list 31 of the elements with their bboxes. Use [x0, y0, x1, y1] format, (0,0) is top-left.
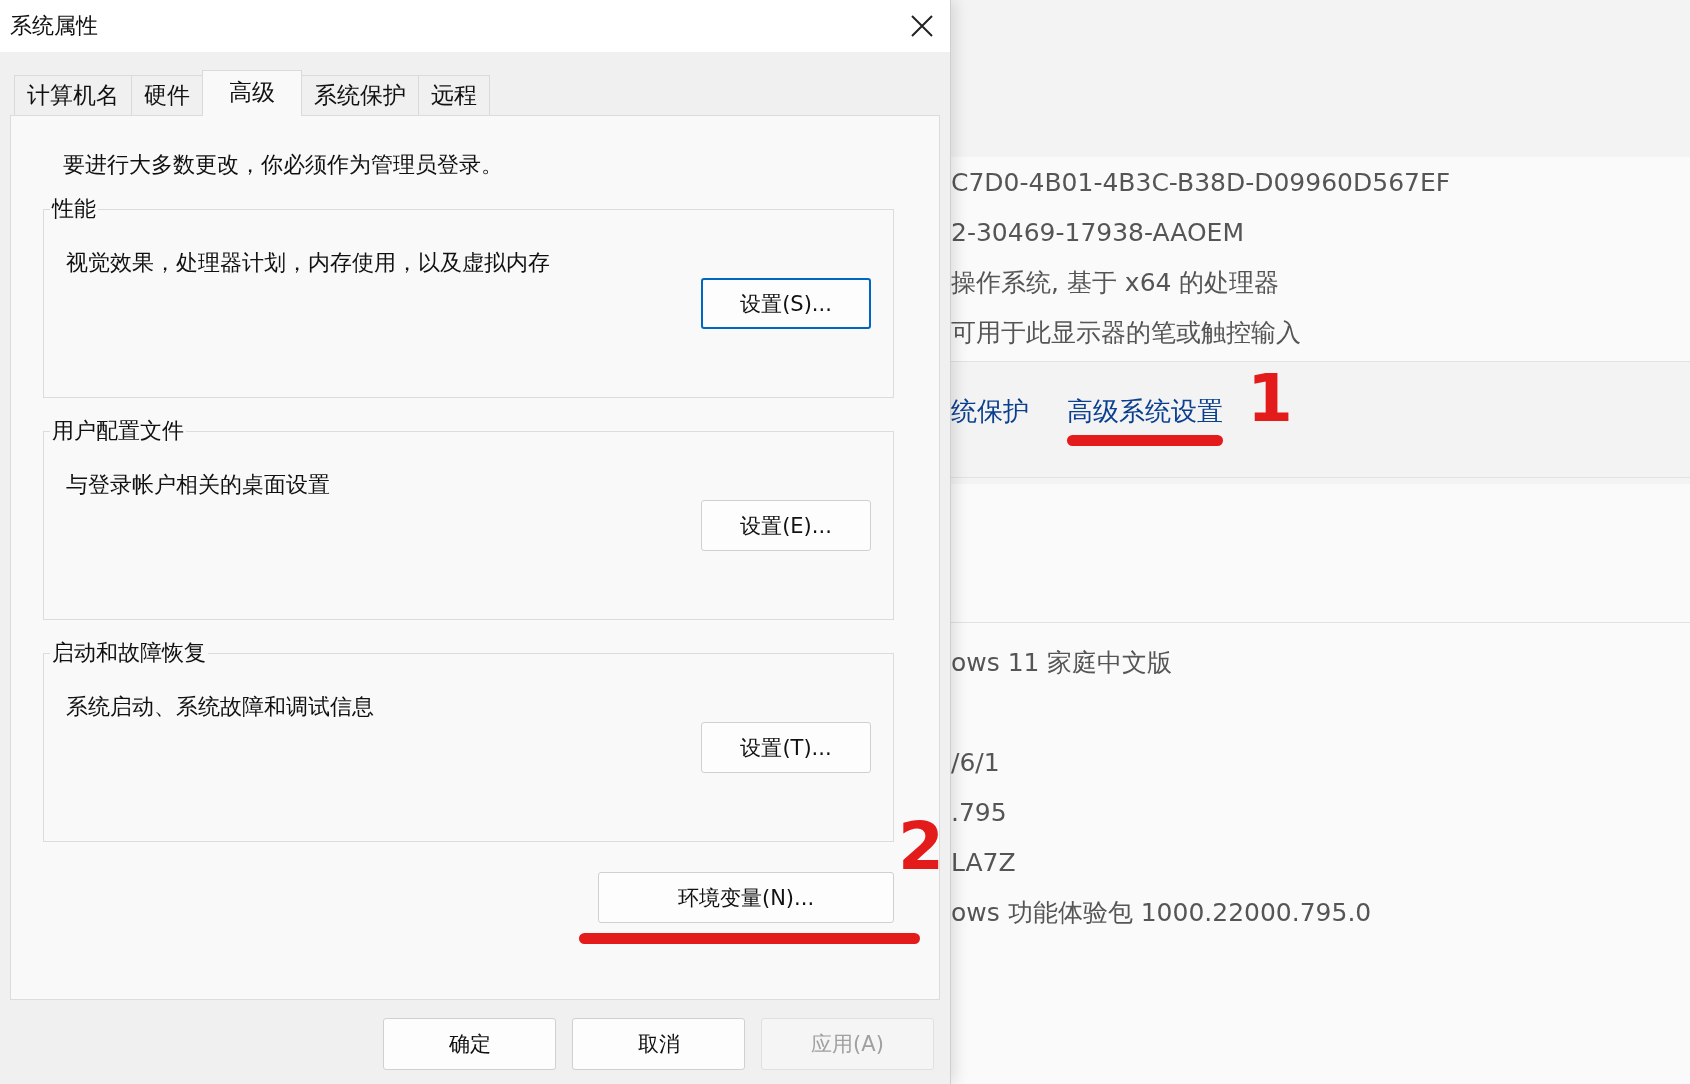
spec-text: ows 11 家庭中文版 [950, 646, 1174, 679]
settings-button[interactable]: 设置(T)... [701, 722, 871, 773]
tab[interactable]: 高级 [202, 70, 302, 116]
spec-text: C7D0-4B01-4B3C-B38D-D09960D567EF [950, 166, 1452, 199]
annotation-number: 2 [898, 814, 944, 880]
spec-text: 可用于此显示器的笔或触控输入 [950, 316, 1302, 349]
dialog-button[interactable]: 取消 [572, 1018, 745, 1070]
group-title: 性能 [50, 195, 97, 223]
spec-text: 操作系统, 基于 x64 的处理器 [950, 266, 1281, 299]
notice-text: 要进行大多数更改，你必须作为管理员登录。 [63, 151, 504, 179]
spec-text: .795 [950, 796, 1008, 829]
spec-text: ows 功能体验包 1000.22000.795.0 [950, 896, 1373, 929]
group-description: 系统启动、系统故障和调试信息 [66, 693, 375, 721]
settings-button[interactable]: 设置(S)... [701, 278, 871, 329]
spec-text: 2-30469-17938-AAOEM [950, 216, 1245, 249]
group-title: 启动和故障恢复 [51, 639, 207, 667]
window-title: 系统属性 [10, 12, 98, 40]
tab[interactable]: 远程 [418, 75, 490, 115]
group-description: 与登录帐户相关的桌面设置 [66, 471, 331, 499]
group-title: 用户配置文件 [51, 417, 185, 445]
link-item[interactable]: 统保护 [951, 393, 1029, 446]
spec-text: LA7Z [950, 846, 1017, 879]
link-item[interactable]: 高级系统设置 [1067, 393, 1223, 446]
close-icon[interactable] [910, 14, 934, 38]
tab[interactable]: 计算机名 [14, 75, 132, 115]
spec-text: /6/1 [950, 746, 1001, 779]
annotation-number: 1 [1247, 366, 1293, 432]
dialog-button[interactable]: 确定 [383, 1018, 556, 1070]
settings-button[interactable]: 设置(E)... [701, 500, 871, 551]
environment-variables-button[interactable]: 环境变量(N)... [598, 872, 894, 923]
group-description: 视觉效果，处理器计划，内存使用，以及虚拟内存 [66, 249, 551, 277]
